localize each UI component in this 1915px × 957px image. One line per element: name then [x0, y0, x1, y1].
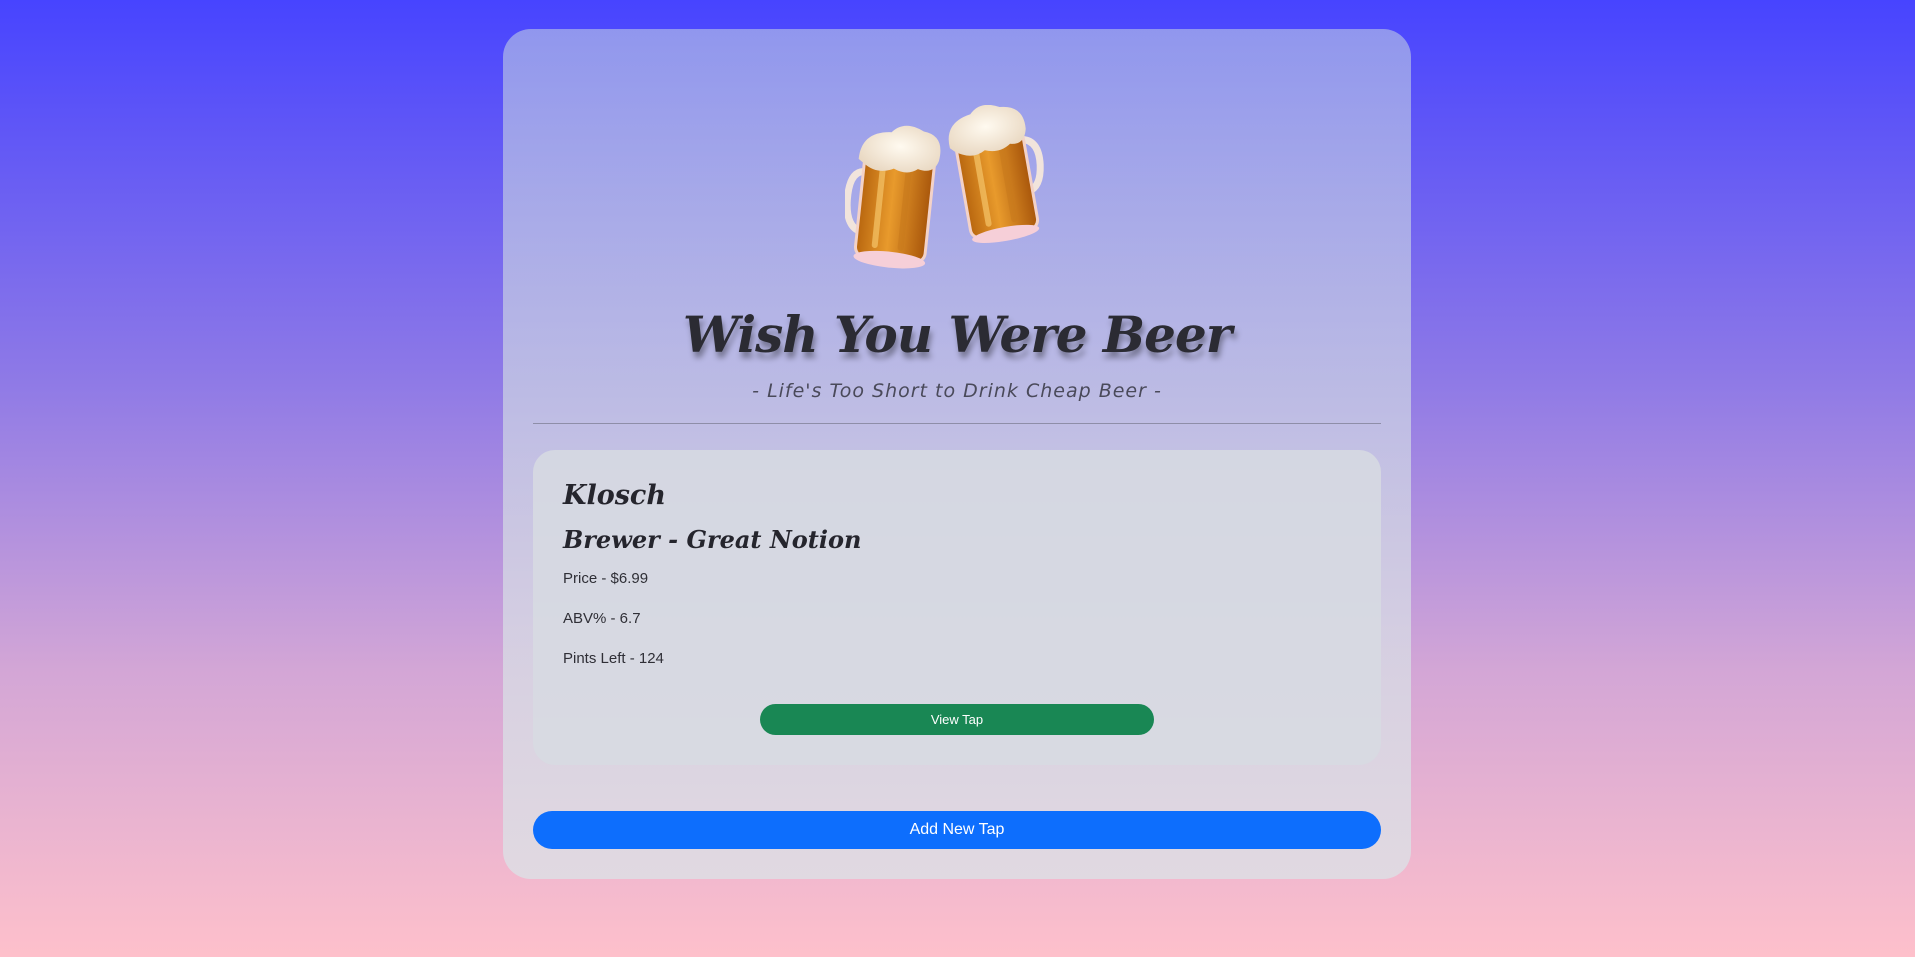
brewer-name: Brewer - Great Notion	[563, 525, 862, 554]
price-text: Price - $6.99	[563, 570, 649, 587]
tap-card: Klosch Brewer - Great Notion Price - $6.…	[533, 450, 1381, 765]
divider	[533, 423, 1381, 424]
page-subtitle: - Life's Too Short to Drink Cheap Beer -	[752, 380, 1162, 402]
page-title: Wish You Were Beer	[682, 305, 1232, 364]
view-tap-button[interactable]: View Tap	[760, 704, 1154, 735]
pints-left-text: Pints Left - 124	[563, 650, 664, 667]
beer-mugs-clinking-icon	[845, 105, 1044, 269]
abv-text: ABV% - 6.7	[563, 610, 641, 627]
add-new-tap-button[interactable]: Add New Tap	[533, 811, 1381, 849]
beer-name: Klosch	[563, 480, 667, 511]
